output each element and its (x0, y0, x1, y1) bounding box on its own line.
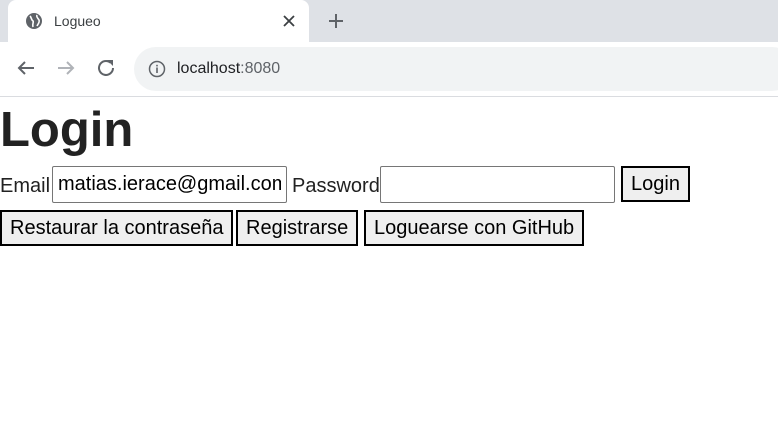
reload-icon[interactable] (94, 56, 118, 80)
password-label: Password (292, 175, 380, 197)
url-text: localhost:8080 (177, 59, 280, 79)
page-content: Login Email Password Login Restaurar la … (0, 97, 778, 434)
back-arrow-icon[interactable] (14, 56, 38, 80)
close-icon[interactable] (281, 13, 297, 29)
login-button[interactable]: Login (621, 166, 690, 202)
browser-tab[interactable]: Logueo (8, 0, 309, 42)
tab-title: Logueo (54, 13, 101, 29)
register-button[interactable]: Registrarse (236, 210, 359, 246)
github-login-button[interactable]: Loguearse con GitHub (364, 210, 585, 246)
browser-toolbar: localhost:8080 (0, 42, 778, 97)
new-tab-icon[interactable] (326, 11, 346, 31)
page-title: Login (0, 103, 134, 157)
url-port: :8080 (240, 60, 281, 77)
url-host: localhost (177, 60, 241, 77)
address-bar[interactable]: localhost:8080 (134, 47, 778, 91)
info-icon[interactable] (148, 60, 166, 78)
email-label: Email (0, 175, 51, 197)
globe-icon (26, 13, 42, 29)
forward-arrow-icon[interactable] (54, 56, 78, 80)
restore-password-button[interactable]: Restaurar la contraseña (0, 210, 234, 246)
password-field[interactable] (380, 166, 615, 203)
tab-strip: Logueo (0, 0, 778, 42)
email-field[interactable] (52, 166, 287, 203)
